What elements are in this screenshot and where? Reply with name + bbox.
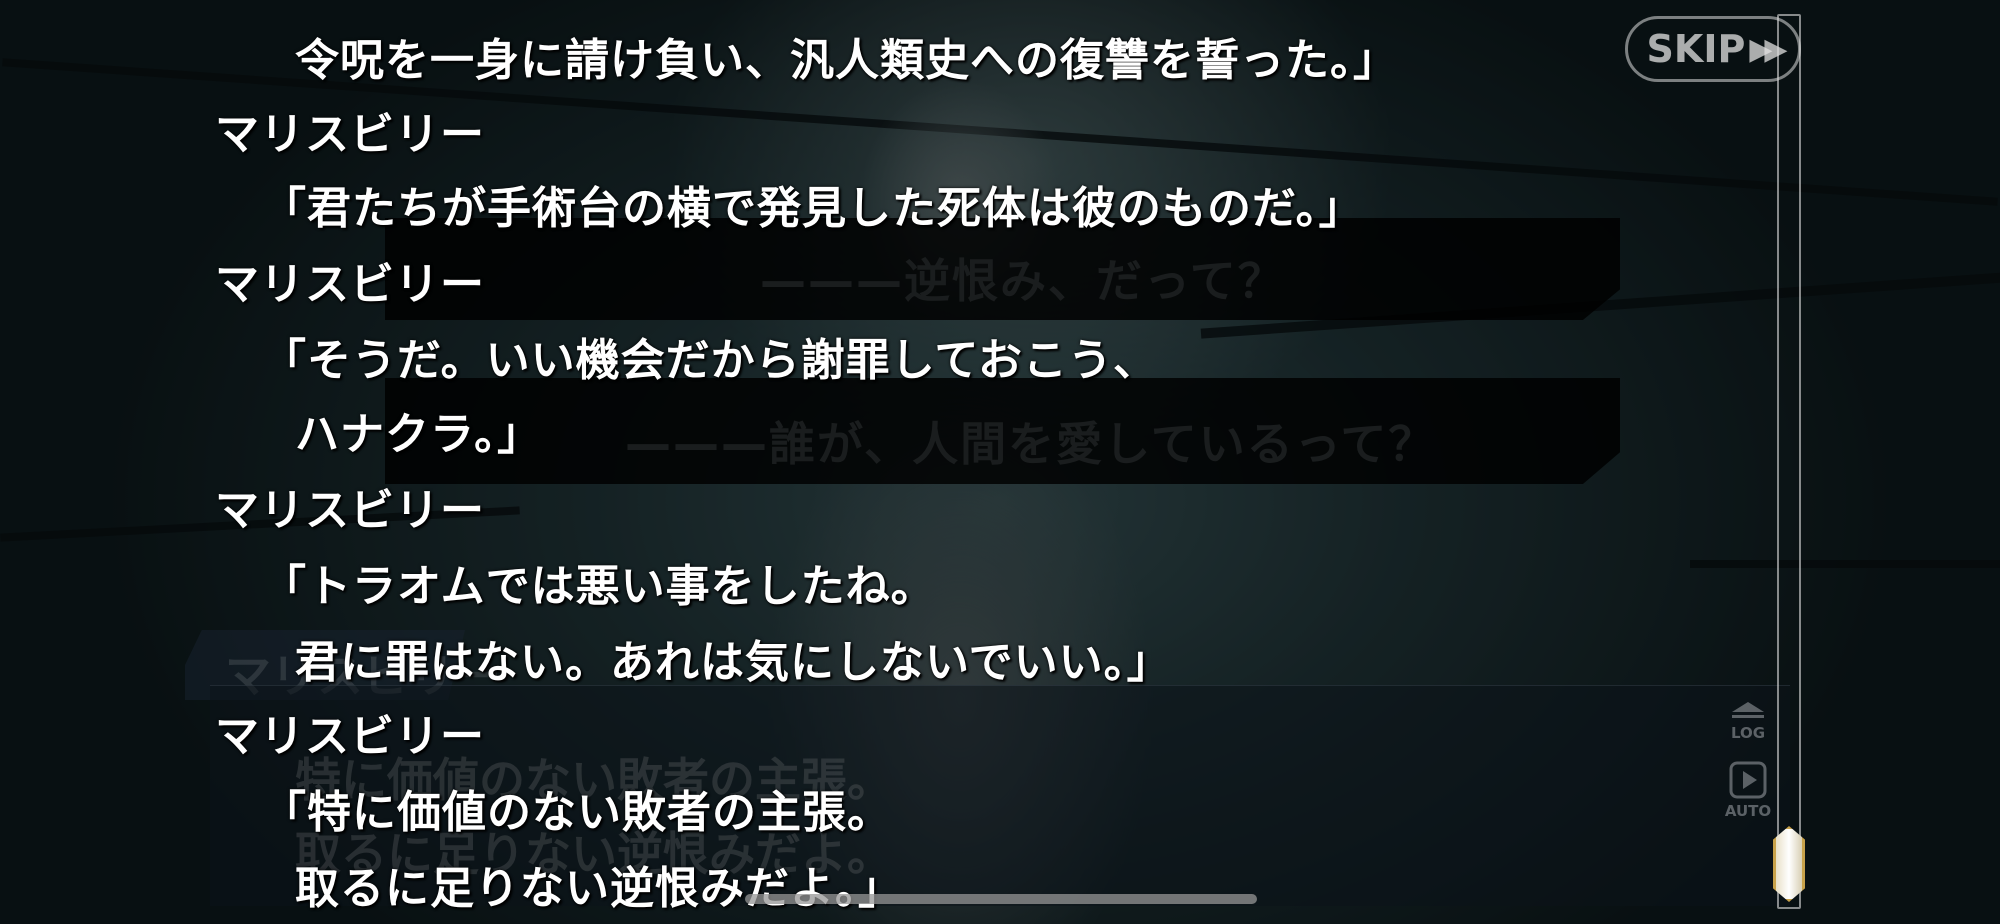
fast-forward-icon: ▶▶ bbox=[1749, 31, 1787, 67]
log-dialogue-line: 「特に価値のない敗者の主張。 bbox=[262, 787, 892, 838]
log-speaker-name: マリスビリー bbox=[215, 259, 485, 310]
log-dialogue-line: 取るに足りない逆恨みだよ。」 bbox=[295, 863, 903, 914]
auto-button[interactable]: AUTO bbox=[1718, 760, 1778, 820]
log-button[interactable]: LOG bbox=[1718, 700, 1778, 742]
auto-label: AUTO bbox=[1724, 802, 1772, 820]
log-dialogue-line: 令呪を一身に請け負い、汎人類史への復讐を誓った。」 bbox=[295, 35, 1398, 86]
log-dialogue-line: 「君たちが手術台の横で発見した死体は彼のものだ。」 bbox=[262, 183, 1364, 234]
home-indicator[interactable] bbox=[745, 894, 1257, 904]
log-dialogue-line: 君に罪はない。あれは気にしないでいい。」 bbox=[295, 637, 1172, 688]
skip-label: SKIP bbox=[1646, 27, 1746, 71]
log-speaker-name: マリスビリー bbox=[215, 711, 485, 762]
log-speaker-name: マリスビリー bbox=[215, 109, 485, 160]
play-icon bbox=[1729, 761, 1767, 799]
log-arrow-icon bbox=[1732, 702, 1764, 718]
log-dialogue-line: 「そうだ。いい機会だから謝罪しておこう、 bbox=[262, 335, 1159, 386]
log-scrollbar[interactable] bbox=[1777, 14, 1801, 909]
log-dialogue-line: ハナクラ。」 bbox=[295, 409, 543, 460]
log-speaker-name: マリスビリー bbox=[215, 485, 485, 536]
log-dialogue-line: 「トラオムでは悪い事をしたね。 bbox=[262, 561, 936, 612]
log-scrollbar-thumb[interactable] bbox=[1773, 826, 1805, 902]
skip-button[interactable]: SKIP ▶▶ bbox=[1625, 16, 1801, 82]
log-label: LOG bbox=[1730, 724, 1766, 742]
